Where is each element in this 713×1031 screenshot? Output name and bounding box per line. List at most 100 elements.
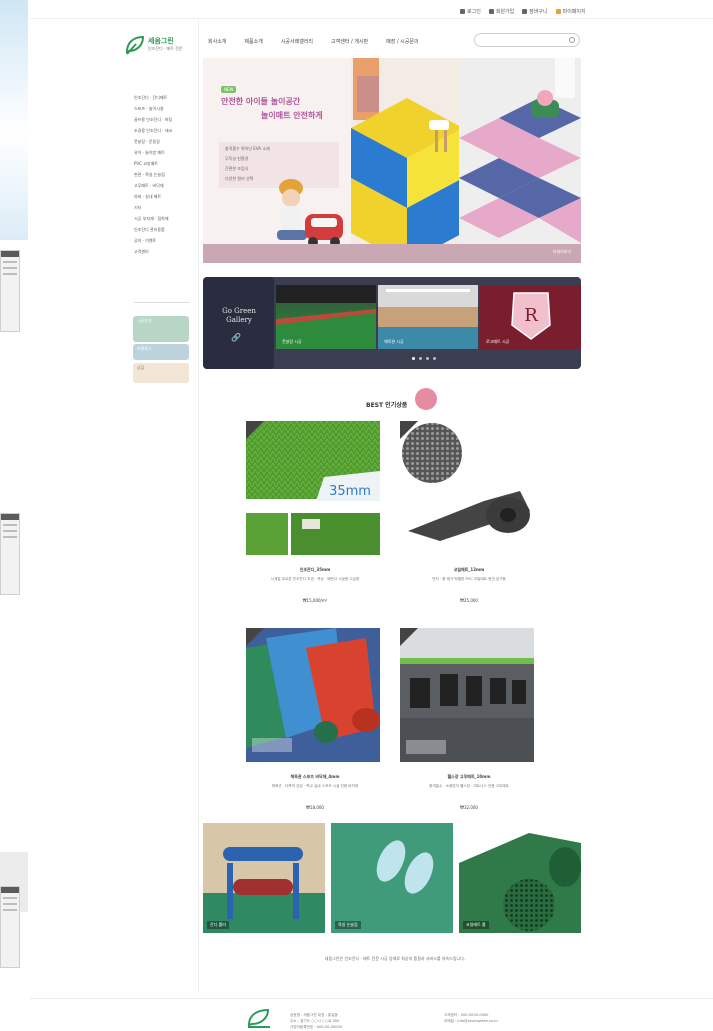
product-desc: 충격흡수 · 소음방지 헬스장 · 피트니스 전용 고무매트 xyxy=(429,784,509,788)
menu-item[interactable]: 현관 · 욕실 논슬립 xyxy=(134,169,196,180)
pagination-dot[interactable] xyxy=(419,357,422,360)
product-card[interactable]: 코일매트_12mm 먼지 · 흙 제거 탁월한 PVC 코일매트 현관 입구용 … xyxy=(400,421,538,603)
product-card[interactable]: 체육관 스포츠 바닥재_4mm 체육관 · 다목적 강당 · 학교 실내 스포츠… xyxy=(246,628,384,810)
column-divider xyxy=(198,18,199,993)
hero-headline: 안전한 아이들 놀이공간 xyxy=(221,97,301,106)
menu-item[interactable]: 시공 부자재 · 접착제 xyxy=(134,213,196,224)
gallery-slide[interactable]: R 로고매트 시공 xyxy=(480,285,581,349)
search-icon[interactable] xyxy=(569,37,575,43)
footer-divider xyxy=(30,998,713,999)
product-name[interactable]: 체육관 스포츠 바닥재_4mm xyxy=(246,774,384,780)
utility-cart[interactable]: 장바구니 xyxy=(522,6,548,16)
feature-image-card[interactable]: 코일매트 롤 xyxy=(459,823,581,933)
gallery-title-card[interactable]: Go Green Gallery 🔗 xyxy=(203,277,274,369)
side-popup-widget[interactable] xyxy=(0,250,20,332)
menu-item[interactable]: PVC 코일매트 xyxy=(134,158,196,169)
coil-mat-image xyxy=(400,421,534,555)
menu-item[interactable]: 기타 xyxy=(134,202,196,213)
join-icon xyxy=(488,8,494,14)
product-price: ₩15,000/m² xyxy=(302,598,328,603)
nav-item[interactable]: 제품소개 xyxy=(244,38,262,48)
product-price: ₩32,000 xyxy=(460,805,478,810)
nav-item[interactable]: 고객센터 / 게시판 xyxy=(331,38,368,48)
user-icon xyxy=(460,8,465,14)
pagination-dot[interactable] xyxy=(426,357,429,360)
search-box xyxy=(474,33,580,54)
product-image[interactable] xyxy=(246,628,380,762)
feature-label: 코일매트 롤 xyxy=(463,921,489,929)
utility-login[interactable]: 로그인 xyxy=(460,6,481,16)
product-name[interactable]: 코일매트_12mm xyxy=(400,567,538,573)
checker-mat-image xyxy=(459,58,581,263)
logo-title: 세움그린 xyxy=(148,37,174,45)
nav-item[interactable]: 시공사례갤러리 xyxy=(281,38,313,48)
footer-line: 사업자등록번호 : 000-00-00000 xyxy=(290,1025,343,1029)
menu-item[interactable]: 유아 · 놀이방 매트 xyxy=(134,147,196,158)
product-image[interactable]: 35mm xyxy=(246,421,380,555)
menu-item[interactable]: 스포츠 · 놀이시설 xyxy=(134,103,196,114)
product-desc: 먼지 · 흙 제거 탁월한 PVC 코일매트 현관 입구용 xyxy=(432,577,506,581)
product-image[interactable] xyxy=(400,421,534,555)
gallery-slide[interactable]: 체육관 시공 xyxy=(378,285,478,349)
menu-item[interactable]: 고무매트 · 바닥재 xyxy=(134,180,196,191)
category-menu: 인조잔디 · 잔디매트 스포츠 · 놀이시설 골프용 인조잔디 · 퍼팅 조경용… xyxy=(134,92,196,257)
slippers-on-mat-image xyxy=(331,823,453,933)
coil-mat-roll-image xyxy=(459,823,581,933)
menu-item[interactable]: 인조잔디 관리용품 xyxy=(134,224,196,235)
product-card[interactable]: 35mm 인조잔디_35mm 사계절 푸르른 인조잔디 조경 · 옥상 · 베란… xyxy=(246,421,384,603)
feature-image-card[interactable]: 잔디 롤러 xyxy=(203,823,325,933)
grass-roller-image xyxy=(203,823,325,933)
product-price: ₩25,000 xyxy=(460,598,478,603)
feature-label: 잔디 롤러 xyxy=(207,921,229,929)
nav-item[interactable]: 매장 / 시공문의 xyxy=(386,38,418,48)
hero-kicker: NEW xyxy=(221,86,237,93)
footer-contact-info: 고객센터 : 000-0000-0000 이메일 : info@seumgree… xyxy=(444,1012,564,1024)
banner-consult[interactable]: 상담 xyxy=(133,363,189,383)
nav-item[interactable]: 회사소개 xyxy=(208,38,226,48)
utility-links: 로그인 회원가입 장바구니 마이페이지 xyxy=(460,6,620,16)
menu-item[interactable]: 골프용 인조잔디 · 퍼팅 xyxy=(134,114,196,125)
search-input[interactable] xyxy=(481,42,573,54)
feature-image-card[interactable]: 욕실 논슬립 xyxy=(331,823,453,933)
hero-more-link[interactable]: 자세히보기 xyxy=(553,249,571,255)
menu-item[interactable]: 조경용 인조잔디 · 데코 xyxy=(134,125,196,136)
menu-item[interactable]: 인조잔디 · 잔디매트 xyxy=(134,92,196,103)
footer-line: 이메일 : info@seumgreen.co.kr xyxy=(444,1019,498,1023)
hero-banner[interactable]: NEW 안전한 아이들 놀이공간 놀이매트 안전하게 충격흡수 뛰어난 EVA … xyxy=(203,58,581,263)
pagination-dot[interactable] xyxy=(412,357,415,360)
menu-item[interactable]: 공지 · 이벤트 xyxy=(134,235,196,246)
best-tag xyxy=(400,628,418,646)
menu-item[interactable]: 풋살장 · 운동장 xyxy=(134,136,196,147)
sports-floor-rolls-image xyxy=(246,628,380,762)
product-image[interactable] xyxy=(400,628,534,762)
gallery-slide[interactable]: 풋살장 시공 xyxy=(276,285,376,349)
site-logo[interactable]: 세움그린 인조잔디 · 매트 전문 xyxy=(124,34,194,58)
menu-item[interactable]: 고객센터 xyxy=(134,246,196,257)
side-popup-widget[interactable] xyxy=(0,513,20,595)
banner-contact[interactable]: 시공문의 xyxy=(133,316,189,342)
header-divider xyxy=(30,18,713,19)
product-price: ₩18,000 xyxy=(306,805,324,810)
utility-join[interactable]: 회원가입 xyxy=(488,6,514,16)
hero-headline-2: 놀이매트 안전하게 xyxy=(261,111,323,120)
svg-text:R: R xyxy=(524,305,538,326)
gallery-caption: 풋살장 시공 xyxy=(282,339,302,344)
product-name[interactable]: 헬스장 고무매트_10mm xyxy=(400,774,538,780)
bottom-notice: 세움그린은 인조잔디 · 매트 전문 시공 업체로 최상의 품질과 서비스를 약… xyxy=(324,956,466,961)
footer-logo-icon[interactable] xyxy=(246,1007,272,1029)
hero-bullet: 충격흡수 뛰어난 EVA 소재 xyxy=(225,146,270,151)
side-popup-widget[interactable] xyxy=(0,886,20,968)
best-badge-icon xyxy=(415,388,437,410)
gallery-caption: 로고매트 시공 xyxy=(486,339,510,344)
mypage-icon xyxy=(555,8,561,14)
banner-catalog[interactable]: 카탈로그 xyxy=(133,344,189,360)
best-tag xyxy=(246,628,264,646)
product-desc: 체육관 · 다목적 강당 · 학교 실내 스포츠 시설 전용 바닥재 xyxy=(271,784,359,788)
menu-item[interactable]: 야외 · 실내 매트 xyxy=(134,191,196,202)
utility-mypage[interactable]: 마이페이지 xyxy=(555,6,586,16)
product-card[interactable]: 헬스장 고무매트_10mm 충격흡수 · 소음방지 헬스장 · 피트니스 전용 … xyxy=(400,628,538,810)
pagination-dot[interactable] xyxy=(433,357,436,360)
footer-company-info: 상호명 : 세움그린 대표 : 홍길동 주소 : 경기도 ○○시 ○○로 000… xyxy=(290,1012,440,1030)
product-name[interactable]: 인조잔디_35mm xyxy=(246,567,384,573)
logo-leaf-icon xyxy=(125,35,145,55)
